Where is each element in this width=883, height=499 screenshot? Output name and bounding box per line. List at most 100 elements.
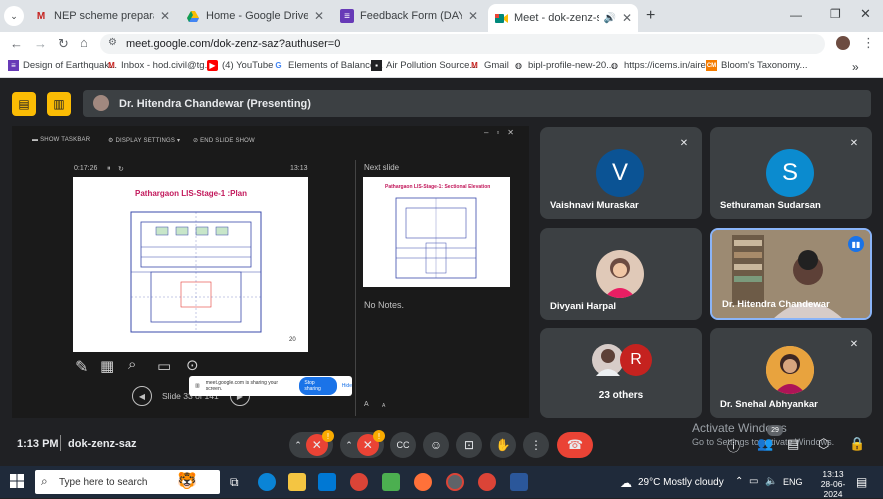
bookmark-item[interactable]: ▶ (4) YouTube (207, 60, 273, 71)
info-icon[interactable]: ⓘ (727, 436, 740, 455)
zoom-icon[interactable]: ⌕ (128, 356, 136, 373)
restart-icon[interactable]: ↻ (118, 165, 124, 173)
chrome-profile-icon[interactable] (446, 473, 464, 491)
google-drive-icon (186, 9, 200, 23)
lock-icon[interactable]: 🔒 (849, 436, 865, 452)
hide-button[interactable]: Hide (342, 383, 352, 389)
close-icon[interactable]: ✕ (314, 9, 324, 23)
edge-icon[interactable] (258, 473, 276, 491)
search-icon: ⌕ (41, 474, 48, 488)
mic-off-icon: ✕ (679, 137, 689, 149)
bookmark-item[interactable]: ▪ Air Pollution Source... (371, 60, 477, 71)
captions-button[interactable]: CC (390, 432, 416, 458)
participant-tile[interactable]: S ✕ Sethuraman Sudarsan (710, 127, 872, 219)
present-icon[interactable]: ▤ (12, 92, 36, 116)
network-icon[interactable]: ▭ (749, 476, 758, 487)
people-icon[interactable]: 👥 (757, 436, 773, 452)
firefox-icon[interactable] (414, 473, 432, 491)
forward-icon[interactable]: → (34, 36, 47, 51)
taskbar-icon: ▬ (32, 137, 41, 143)
show-taskbar-button[interactable]: ▬ SHOW TASKBAR (32, 137, 90, 143)
slides-grid-icon[interactable]: ▦ (100, 357, 114, 375)
participant-tile[interactable]: Divyani Harpal (540, 228, 702, 320)
bookmarks-overflow-icon[interactable]: » (852, 60, 859, 74)
weather-text[interactable]: 29°C Mostly cloudy (638, 477, 724, 488)
chrome-icon[interactable] (350, 473, 368, 491)
tab-search-button[interactable]: ⌄ (4, 6, 24, 26)
close-window-button[interactable]: ✕ (860, 6, 871, 22)
pause-icon[interactable]: ⏸ (107, 165, 111, 173)
participant-tile-active-speaker[interactable]: ▮▮ Dr. Hitendra Chandewar (710, 228, 872, 320)
cm-icon: CM (706, 60, 717, 71)
mic-off-icon: ✕ (849, 338, 859, 350)
activities-icon[interactable]: ⬡ (818, 436, 829, 452)
more-options-icon[interactable]: ⊙ (186, 356, 199, 374)
decrease-font-button[interactable]: A (382, 403, 385, 409)
file-explorer-icon[interactable] (288, 473, 306, 491)
emoji-button[interactable]: ☺ (423, 432, 449, 458)
close-icon[interactable]: ✕ (468, 9, 478, 23)
notifications-icon[interactable]: ▤ (856, 475, 867, 489)
bookmark-item[interactable]: ◍ bipl-profile-new-20... (513, 60, 614, 71)
raise-hand-button[interactable]: ✋ (490, 432, 516, 458)
reload-icon[interactable]: ↻ (58, 36, 69, 52)
bookmark-item[interactable]: M Gmail (469, 60, 509, 71)
warning-badge-icon: ! (322, 430, 334, 442)
close-icon[interactable]: ✕ (622, 11, 632, 25)
more-options-button[interactable]: ⋮ (523, 432, 549, 458)
tab-nep-scheme[interactable]: M NEP scheme preparation templ ✕ (28, 4, 176, 28)
clock[interactable]: 13:13 28-06-2024 (812, 469, 854, 499)
close-icon[interactable]: ✕ (160, 9, 170, 23)
language-indicator[interactable]: ENG (783, 477, 803, 487)
participant-tile[interactable]: V ✕ Vaishnavi Muraskar (540, 127, 702, 219)
next-slide-preview: Pathargaon LIS-Stage-1: Sectional Elevat… (363, 177, 510, 287)
mail-icon[interactable] (318, 473, 336, 491)
new-tab-button[interactable]: + (640, 4, 660, 28)
exit-fullscreen-icon[interactable]: ▥ (47, 92, 71, 116)
restore-button[interactable]: ❐ (830, 7, 841, 21)
pen-icon[interactable]: ✎ (75, 357, 88, 377)
warning-badge-icon: ! (373, 430, 385, 442)
menu-dots-icon[interactable]: ⋮ (862, 35, 875, 51)
increase-font-button[interactable]: A (364, 401, 369, 408)
chat-icon[interactable]: ▤ (787, 436, 799, 452)
speaker-icon[interactable]: 🔊 (603, 13, 615, 24)
participant-tile[interactable]: ✕ Dr. Snehal Abhyankar (710, 328, 872, 418)
previous-slide-button[interactable]: ◀ (132, 386, 152, 406)
black-screen-icon[interactable]: ▭ (157, 357, 171, 375)
participant-tile-others[interactable]: R 23 others (540, 328, 702, 418)
word-icon[interactable] (510, 473, 528, 491)
home-icon[interactable]: ⌂ (80, 35, 88, 50)
app-icon[interactable] (382, 473, 400, 491)
chrome-icon[interactable] (478, 473, 496, 491)
profile-avatar[interactable] (836, 36, 850, 50)
bookmark-item[interactable]: G Elements of Balance... (273, 60, 383, 71)
stop-sharing-button[interactable]: Stop sharing (299, 377, 337, 395)
task-view-icon[interactable]: ⧉ (230, 475, 239, 490)
url-input[interactable]: ⚙ meet.google.com/dok-zenz-saz?authuser=… (100, 34, 825, 54)
captions-icon: CC (396, 440, 410, 450)
tab-meet[interactable]: Meet - dok-zenz-saz 🔊 ✕ (488, 4, 638, 32)
bookmark-item[interactable]: CM Bloom's Taxonomy... (706, 60, 807, 71)
minimize-button[interactable]: — (790, 8, 802, 22)
back-icon[interactable]: ← (10, 36, 23, 51)
avatar (596, 250, 644, 298)
bookmark-item[interactable]: ≡ Design of Earthquak... (8, 60, 117, 71)
site-settings-icon[interactable]: ⚙ (108, 37, 117, 48)
bookmark-item[interactable]: M Inbox - hod.civil@tg... (106, 60, 212, 71)
bookmark-item[interactable]: ◍ https://icems.in/aire... (609, 60, 714, 71)
tab-google-drive[interactable]: Home - Google Drive ✕ (180, 4, 330, 28)
chevron-up-icon: ⌃ (345, 439, 353, 450)
leave-call-button[interactable]: ☎ (557, 432, 593, 458)
window-controls[interactable]: –▫✕ (484, 128, 522, 137)
avatar: R (620, 344, 652, 376)
display-settings-button[interactable]: ⚙ DISPLAY SETTINGS ▾ (108, 137, 180, 144)
tray-chevron-icon[interactable]: ⌃ (735, 476, 743, 487)
chevron-down-icon: ⌄ (10, 10, 18, 21)
present-now-button[interactable]: ⊡ (456, 432, 482, 458)
taskbar-search-input[interactable]: ⌕ Type here to search 🐯 (35, 470, 220, 494)
tab-feedback-form[interactable]: ≡ Feedback Form (DAY-5, SESSIO ✕ (334, 4, 484, 28)
volume-icon[interactable]: 🔈 (765, 476, 777, 487)
end-slideshow-button[interactable]: ⊘ END SLIDE SHOW (193, 137, 255, 144)
windows-start-icon[interactable] (10, 474, 24, 493)
